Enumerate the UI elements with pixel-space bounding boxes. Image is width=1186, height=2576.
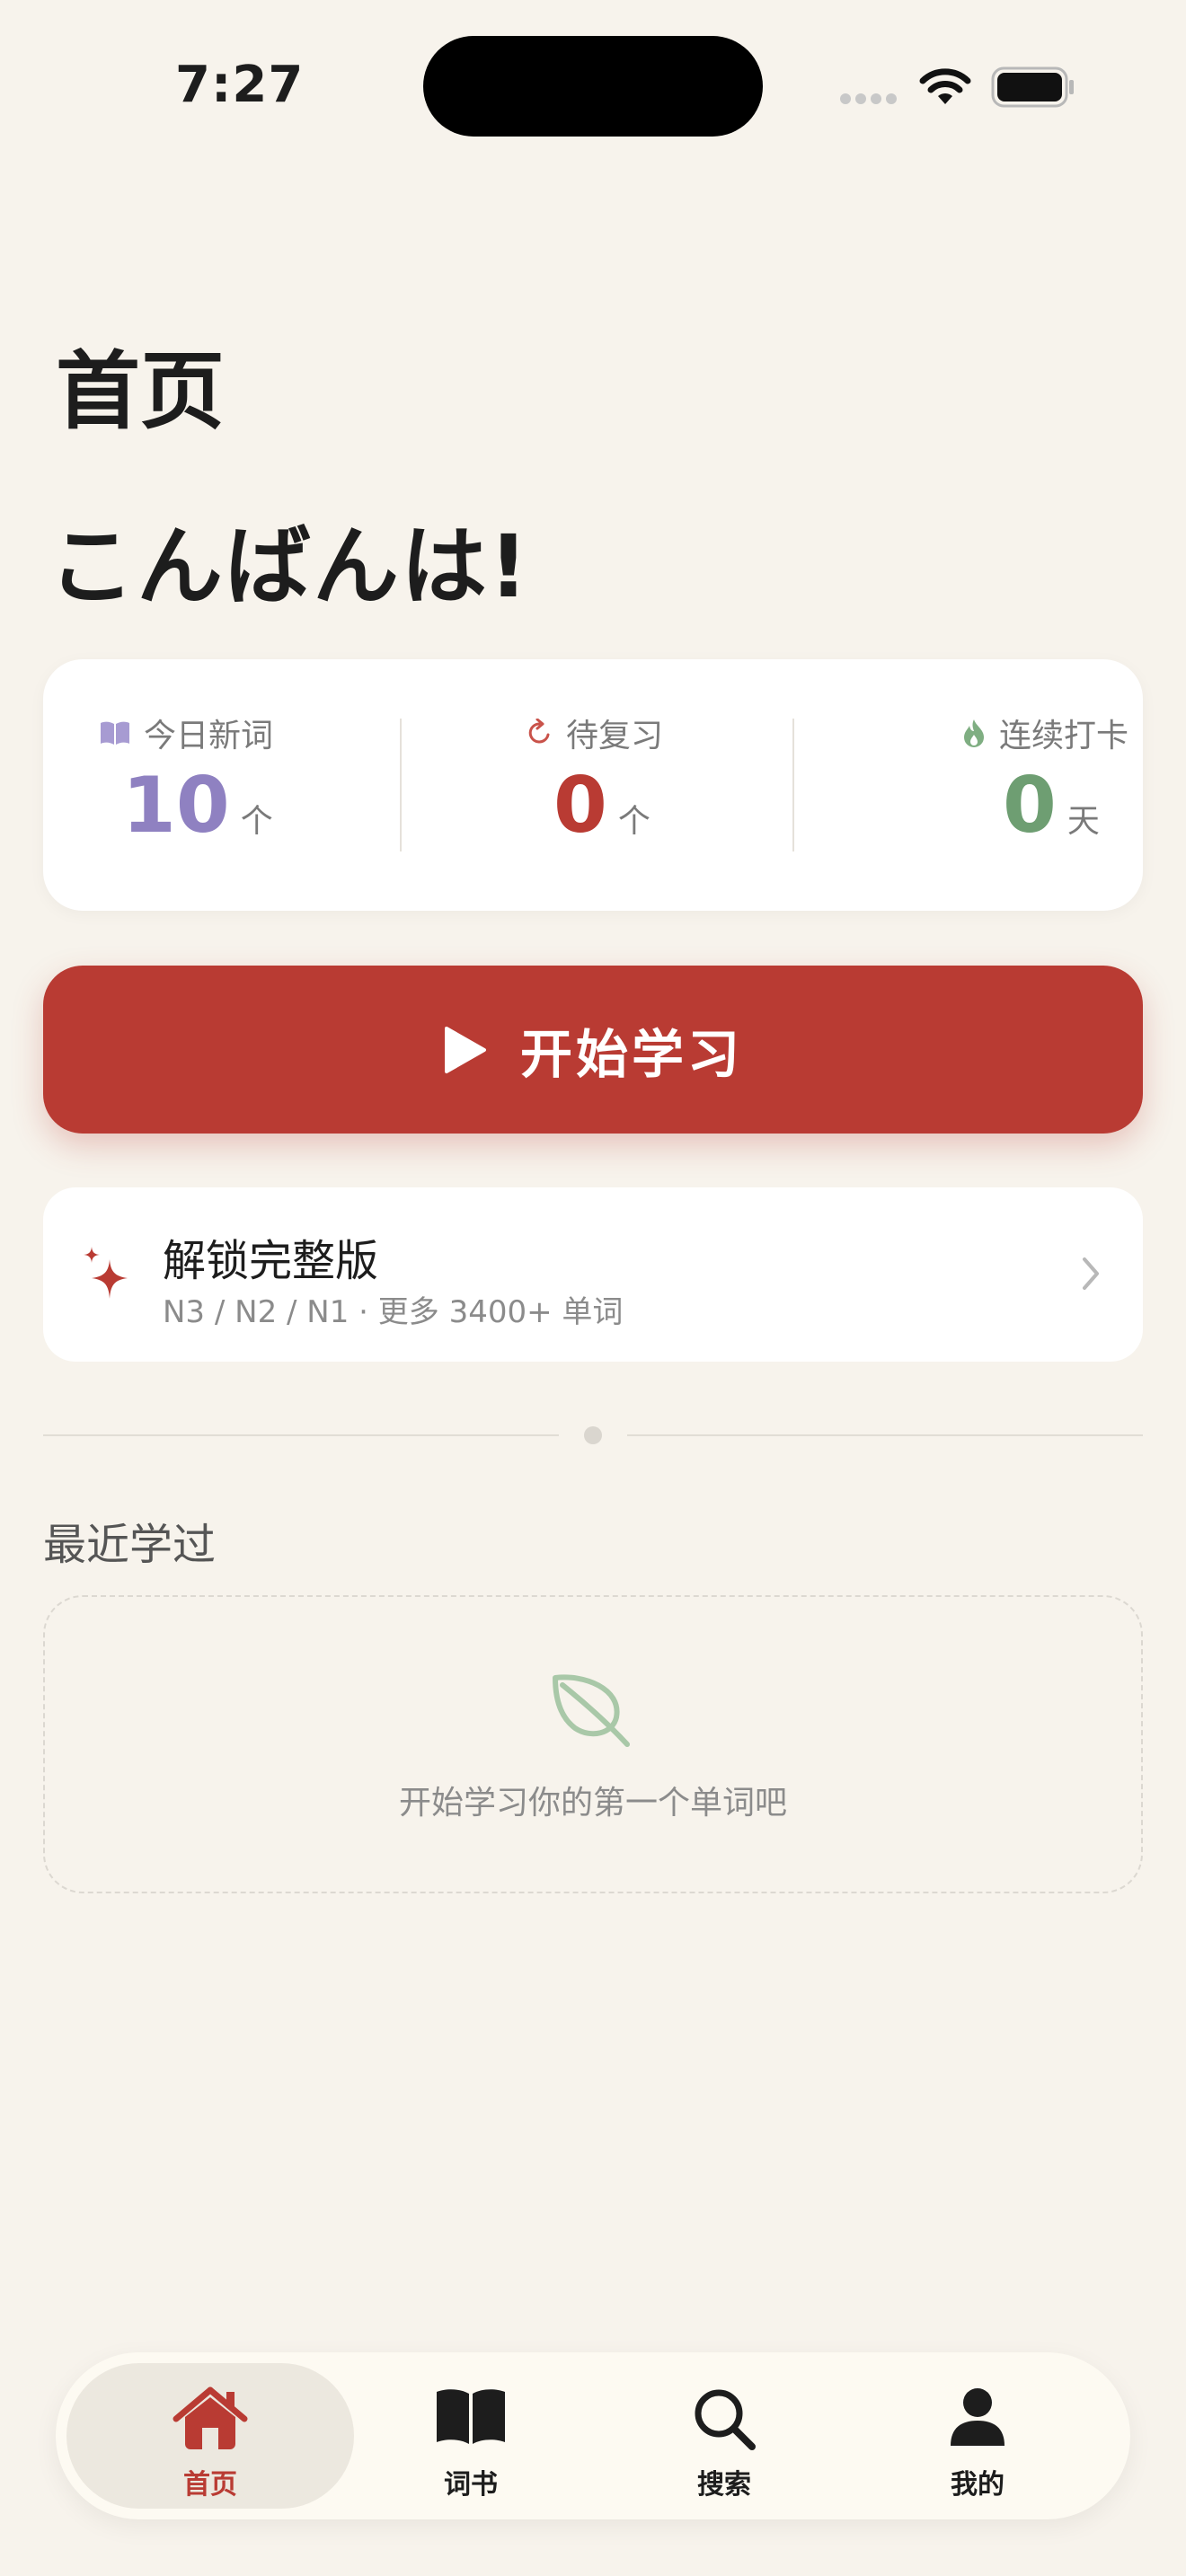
- book-icon: [101, 721, 129, 745]
- streak-unit: 天: [1067, 803, 1100, 840]
- flame-icon: [964, 719, 984, 747]
- stats-card: 今日新词 10 个 待复习 0 个 连续打卡 0 天: [43, 659, 1143, 911]
- unlock-title: 解锁完整版: [163, 1236, 379, 1286]
- recent-empty-text: 开始学习你的第一个单词吧: [398, 1785, 787, 1822]
- person-icon: [951, 2388, 1005, 2446]
- dynamic-island: [423, 36, 763, 137]
- review-count: 0: [553, 761, 607, 851]
- play-icon: [444, 1026, 486, 1073]
- tab-search-label: 搜索: [697, 2469, 751, 2501]
- tab-profile[interactable]: 我的: [834, 2363, 1121, 2509]
- recent-section-title: 最近学过: [43, 1520, 217, 1570]
- start-learning-label: 开始学习: [519, 1023, 743, 1085]
- tab-wordbook[interactable]: 词书: [327, 2363, 615, 2509]
- stat-label-new-words: 今日新词: [144, 718, 274, 754]
- new-words-count: 10: [122, 761, 230, 851]
- refresh-icon: [528, 719, 550, 744]
- sparkle-icon: [84, 1247, 128, 1299]
- leaf-icon: [553, 1674, 630, 1747]
- unlock-full-version-card[interactable]: 解锁完整版 N3 / N2 / N1 · 更多 3400+ 单词: [43, 1187, 1143, 1362]
- stat-review: 待复习 0 个: [403, 659, 794, 911]
- status-time: 7:27: [175, 56, 305, 114]
- tab-home-label: 首页: [183, 2469, 237, 2501]
- streak-count: 0: [1003, 761, 1057, 851]
- search-icon: [695, 2389, 756, 2450]
- tab-search[interactable]: 搜索: [580, 2363, 868, 2509]
- section-divider: [627, 1434, 1143, 1436]
- open-book-icon: [437, 2389, 505, 2444]
- stat-streak: 连续打卡 0 天: [794, 659, 1143, 911]
- tab-profile-label: 我的: [951, 2469, 1005, 2501]
- unlock-subtitle: N3 / N2 / N1 · 更多 3400+ 单词: [163, 1294, 624, 1330]
- page-title: 首页: [56, 343, 226, 441]
- start-learning-button[interactable]: 开始学习: [43, 966, 1143, 1134]
- section-divider: [43, 1434, 559, 1436]
- home-icon: [173, 2386, 248, 2449]
- stat-divider: [400, 719, 402, 851]
- tab-bar: 首页 词书 搜索 我的: [56, 2352, 1130, 2519]
- tab-wordbook-label: 词书: [444, 2469, 498, 2501]
- tab-home[interactable]: 首页: [66, 2363, 354, 2509]
- wifi-icon: [919, 68, 971, 104]
- new-words-unit: 个: [240, 803, 273, 840]
- home-screen: 7:27 首页 こんばんは! 今日新词 10 个 待复习 0 个 连续打卡 0 …: [0, 0, 1186, 2576]
- review-unit: 个: [617, 803, 651, 840]
- greeting-text: こんばんは!: [49, 516, 530, 617]
- stat-label-review: 待复习: [566, 718, 664, 754]
- cellular-signal-icon: [840, 93, 897, 104]
- stat-label-streak: 连续打卡: [999, 718, 1129, 754]
- stat-new-words: 今日新词 10 个: [43, 659, 403, 911]
- recent-empty-state: 开始学习你的第一个单词吧: [43, 1595, 1143, 1893]
- battery-icon: [991, 66, 1074, 108]
- section-divider-dot: [584, 1426, 602, 1444]
- chevron-right-icon: [1083, 1257, 1099, 1290]
